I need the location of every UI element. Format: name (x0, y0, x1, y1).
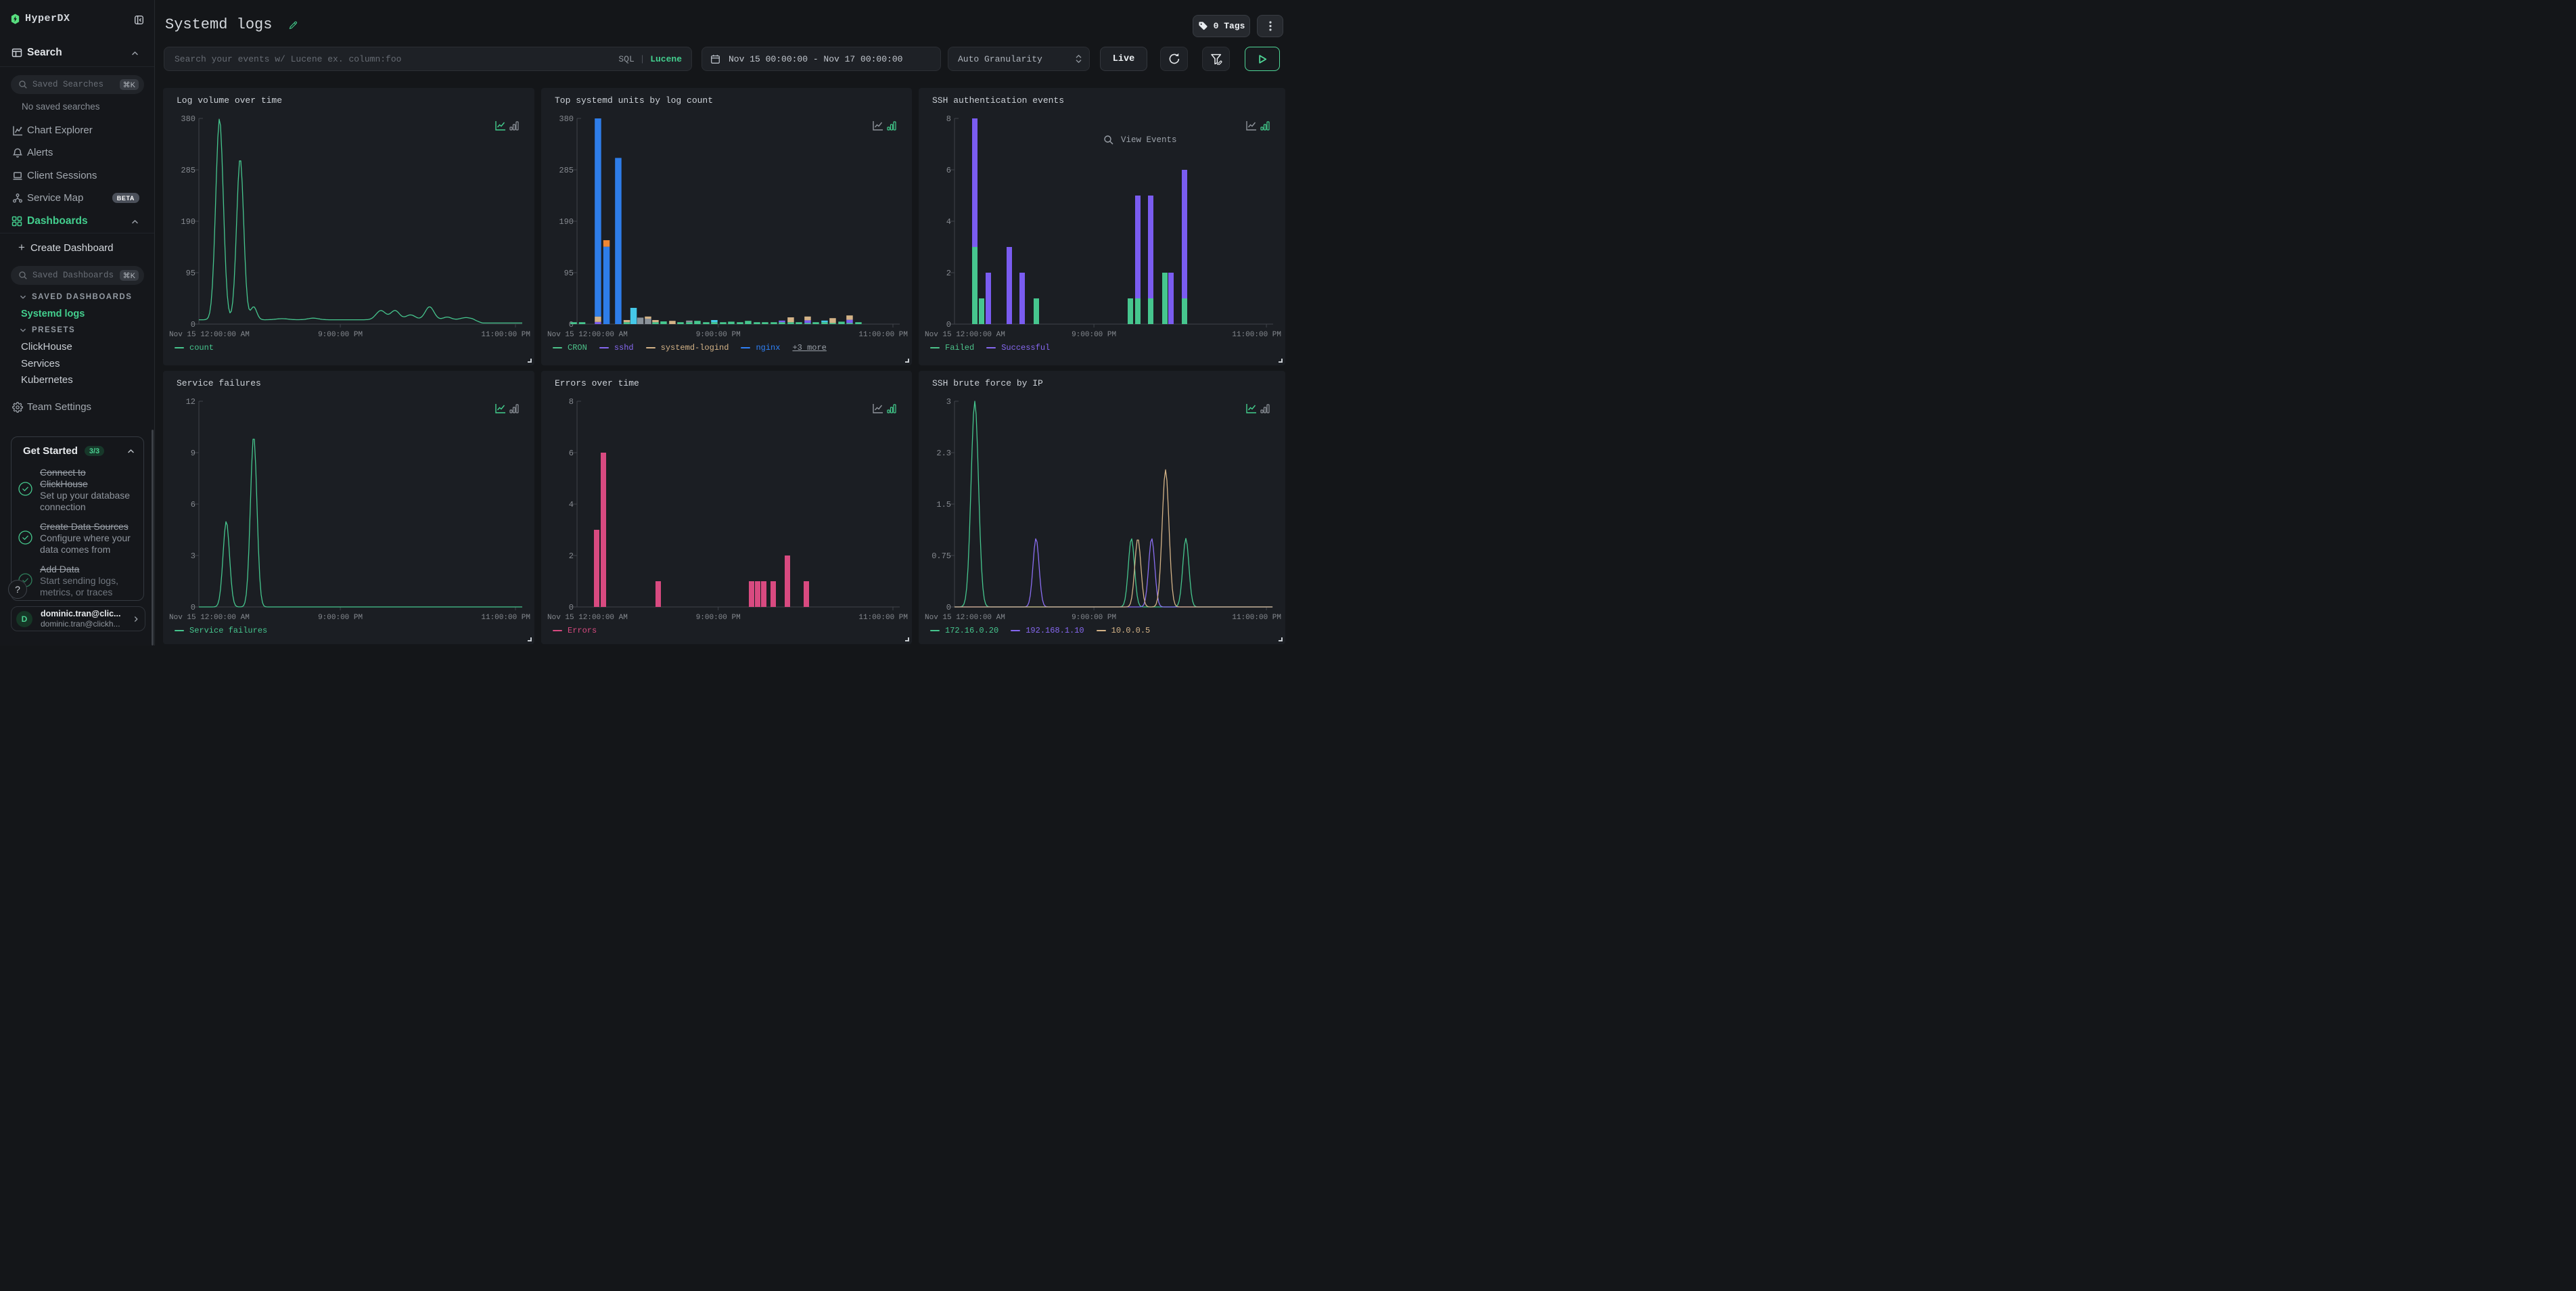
svg-text:3: 3 (191, 551, 196, 561)
svg-text:Nov 15 12:00:00 AM: Nov 15 12:00:00 AM (925, 331, 1005, 339)
svg-text:9:00:00 PM: 9:00:00 PM (1072, 331, 1116, 339)
svg-text:9:00:00 PM: 9:00:00 PM (318, 331, 363, 339)
svg-text:11:00:00 PM: 11:00:00 PM (481, 331, 530, 339)
svg-text:9:00:00 PM: 9:00:00 PM (696, 331, 741, 339)
svg-text:285: 285 (181, 166, 196, 175)
svg-text:9:00:00 PM: 9:00:00 PM (318, 614, 363, 622)
svg-text:4: 4 (946, 217, 951, 227)
svg-text:0: 0 (191, 603, 196, 612)
svg-text:380: 380 (181, 114, 196, 124)
svg-text:11:00:00 PM: 11:00:00 PM (858, 614, 908, 622)
svg-text:2.3: 2.3 (936, 449, 951, 458)
svg-text:4: 4 (569, 500, 574, 509)
svg-text:2: 2 (569, 551, 574, 561)
svg-text:9:00:00 PM: 9:00:00 PM (1072, 614, 1116, 622)
svg-text:0.75: 0.75 (932, 551, 951, 561)
svg-text:8: 8 (569, 397, 574, 407)
svg-text:0: 0 (569, 320, 574, 330)
svg-text:12: 12 (186, 397, 196, 407)
svg-text:Nov 15 12:00:00 AM: Nov 15 12:00:00 AM (925, 614, 1005, 622)
svg-text:0: 0 (191, 320, 196, 330)
svg-text:Nov 15 12:00:00 AM: Nov 15 12:00:00 AM (169, 331, 250, 339)
svg-text:8: 8 (946, 114, 951, 124)
svg-text:11:00:00 PM: 11:00:00 PM (1232, 614, 1281, 622)
svg-text:6: 6 (191, 500, 196, 509)
svg-text:95: 95 (186, 269, 196, 278)
svg-text:0: 0 (946, 603, 951, 612)
svg-text:9: 9 (191, 449, 196, 458)
svg-text:95: 95 (564, 269, 574, 278)
svg-text:6: 6 (569, 449, 574, 458)
svg-text:285: 285 (559, 166, 574, 175)
svg-text:Nov 15 12:00:00 AM: Nov 15 12:00:00 AM (169, 614, 250, 622)
svg-text:2: 2 (946, 269, 951, 278)
svg-text:11:00:00 PM: 11:00:00 PM (481, 614, 530, 622)
svg-text:9:00:00 PM: 9:00:00 PM (696, 614, 741, 622)
svg-text:3: 3 (946, 397, 951, 407)
svg-text:11:00:00 PM: 11:00:00 PM (1232, 331, 1281, 339)
svg-text:1.5: 1.5 (936, 500, 951, 509)
svg-text:Nov 15 12:00:00 AM: Nov 15 12:00:00 AM (547, 331, 628, 339)
svg-text:190: 190 (559, 217, 574, 227)
svg-text:Nov 15 12:00:00 AM: Nov 15 12:00:00 AM (547, 614, 628, 622)
svg-text:190: 190 (181, 217, 196, 227)
svg-text:380: 380 (559, 114, 574, 124)
svg-text:0: 0 (569, 603, 574, 612)
svg-text:11:00:00 PM: 11:00:00 PM (858, 331, 908, 339)
svg-text:0: 0 (946, 320, 951, 330)
svg-text:6: 6 (946, 166, 951, 175)
